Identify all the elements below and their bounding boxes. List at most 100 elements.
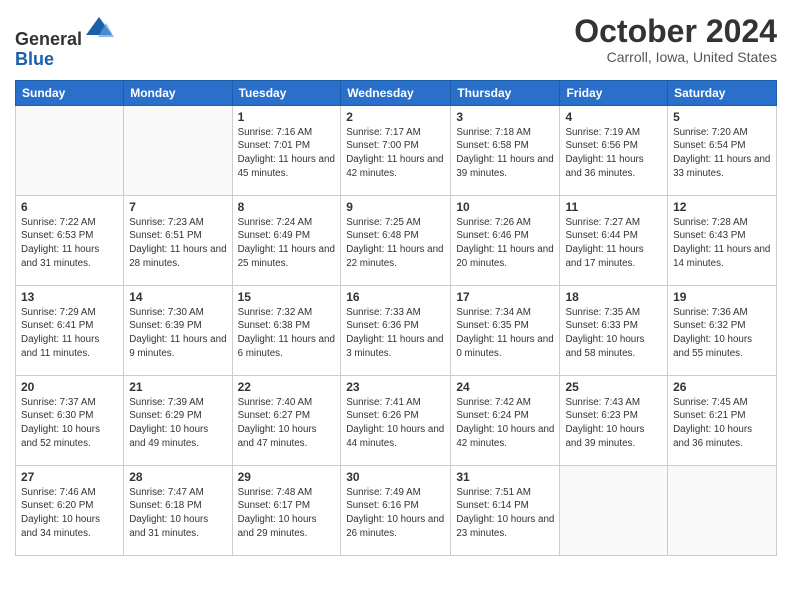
cell-w0-d6: 5 Sunrise: 7:20 AM Sunset: 6:54 PM Daylig… (668, 105, 777, 195)
cell-info: Sunrise: 7:48 AM Sunset: 6:17 PM Dayligh… (238, 486, 336, 541)
cell-info: Sunrise: 7:40 AM Sunset: 6:27 PM Dayligh… (238, 396, 336, 451)
cell-w2-d6: 19 Sunrise: 7:36 AM Sunset: 6:32 PM Dayli… (668, 285, 777, 375)
day-number: 12 (673, 200, 771, 214)
col-thursday: Thursday (451, 80, 560, 105)
cell-w1-d3: 9 Sunrise: 7:25 AM Sunset: 6:48 PM Daylig… (341, 195, 451, 285)
day-number: 5 (673, 110, 771, 124)
cell-info: Sunrise: 7:39 AM Sunset: 6:29 PM Dayligh… (129, 396, 226, 451)
day-number: 25 (565, 380, 662, 394)
cell-w4-d3: 30 Sunrise: 7:49 AM Sunset: 6:16 PM Dayli… (341, 465, 451, 555)
cell-w2-d1: 14 Sunrise: 7:30 AM Sunset: 6:39 PM Dayli… (124, 285, 232, 375)
day-number: 10 (456, 200, 554, 214)
cell-w3-d0: 20 Sunrise: 7:37 AM Sunset: 6:30 PM Dayli… (16, 375, 124, 465)
cell-w3-d2: 22 Sunrise: 7:40 AM Sunset: 6:27 PM Dayli… (232, 375, 341, 465)
day-number: 2 (346, 110, 445, 124)
logo: General Blue (15, 15, 114, 70)
cell-w2-d4: 17 Sunrise: 7:34 AM Sunset: 6:35 PM Dayli… (451, 285, 560, 375)
cell-info: Sunrise: 7:22 AM Sunset: 6:53 PM Dayligh… (21, 216, 118, 271)
day-number: 30 (346, 470, 445, 484)
cell-info: Sunrise: 7:42 AM Sunset: 6:24 PM Dayligh… (456, 396, 554, 451)
col-sunday: Sunday (16, 80, 124, 105)
cell-w0-d4: 3Sunrise: 7:18 AM Sunset: 6:58 PM Daylig… (451, 105, 560, 195)
cell-w1-d0: 6 Sunrise: 7:22 AM Sunset: 6:53 PM Daylig… (16, 195, 124, 285)
day-number: 18 (565, 290, 662, 304)
day-number: 20 (21, 380, 118, 394)
cell-w4-d1: 28 Sunrise: 7:47 AM Sunset: 6:18 PM Dayli… (124, 465, 232, 555)
day-number: 23 (346, 380, 445, 394)
logo-icon (84, 15, 114, 45)
cell-info: Sunrise: 7:25 AM Sunset: 6:48 PM Dayligh… (346, 216, 445, 271)
cell-info: Sunrise: 7:27 AM Sunset: 6:44 PM Dayligh… (565, 216, 662, 271)
cell-info: Sunrise: 7:45 AM Sunset: 6:21 PM Dayligh… (673, 396, 771, 451)
page: General Blue October 2024 Carroll, Iowa,… (0, 0, 792, 612)
day-number: 21 (129, 380, 226, 394)
day-number: 17 (456, 290, 554, 304)
header: General Blue October 2024 Carroll, Iowa,… (15, 15, 777, 70)
cell-info: Sunrise: 7:23 AM Sunset: 6:51 PM Dayligh… (129, 216, 226, 271)
cell-info: Sunrise: 7:19 AM Sunset: 6:56 PM Dayligh… (565, 126, 662, 181)
week-row-2: 13Sunrise: 7:29 AM Sunset: 6:41 PM Dayli… (16, 285, 777, 375)
day-number: 26 (673, 380, 771, 394)
day-number: 14 (129, 290, 226, 304)
cell-w4-d6 (668, 465, 777, 555)
cell-w4-d0: 27Sunrise: 7:46 AM Sunset: 6:20 PM Dayli… (16, 465, 124, 555)
cell-info: Sunrise: 7:33 AM Sunset: 6:36 PM Dayligh… (346, 306, 445, 361)
month-title: October 2024 (574, 15, 777, 47)
cell-info: Sunrise: 7:28 AM Sunset: 6:43 PM Dayligh… (673, 216, 771, 271)
cell-info: Sunrise: 7:36 AM Sunset: 6:32 PM Dayligh… (673, 306, 771, 361)
day-number: 16 (346, 290, 445, 304)
cell-info: Sunrise: 7:51 AM Sunset: 6:14 PM Dayligh… (456, 486, 554, 541)
location: Carroll, Iowa, United States (574, 49, 777, 65)
cell-w3-d1: 21 Sunrise: 7:39 AM Sunset: 6:29 PM Dayli… (124, 375, 232, 465)
week-row-1: 6 Sunrise: 7:22 AM Sunset: 6:53 PM Daylig… (16, 195, 777, 285)
cell-w1-d6: 12 Sunrise: 7:28 AM Sunset: 6:43 PM Dayli… (668, 195, 777, 285)
cell-w0-d0 (16, 105, 124, 195)
cell-info: Sunrise: 7:37 AM Sunset: 6:30 PM Dayligh… (21, 396, 118, 451)
cell-w4-d5 (560, 465, 668, 555)
cell-w0-d2: 1 Sunrise: 7:16 AM Sunset: 7:01 PM Daylig… (232, 105, 341, 195)
week-row-0: 1 Sunrise: 7:16 AM Sunset: 7:01 PM Daylig… (16, 105, 777, 195)
day-number: 7 (129, 200, 226, 214)
cell-w0-d1 (124, 105, 232, 195)
cell-w0-d3: 2 Sunrise: 7:17 AM Sunset: 7:00 PM Daylig… (341, 105, 451, 195)
day-number: 19 (673, 290, 771, 304)
cell-w2-d3: 16 Sunrise: 7:33 AM Sunset: 6:36 PM Dayli… (341, 285, 451, 375)
cell-info: Sunrise: 7:17 AM Sunset: 7:00 PM Dayligh… (346, 126, 445, 181)
cell-info: Sunrise: 7:34 AM Sunset: 6:35 PM Dayligh… (456, 306, 554, 361)
col-monday: Monday (124, 80, 232, 105)
cell-w3-d3: 23Sunrise: 7:41 AM Sunset: 6:26 PM Dayli… (341, 375, 451, 465)
cell-info: Sunrise: 7:32 AM Sunset: 6:38 PM Dayligh… (238, 306, 336, 361)
cell-info: Sunrise: 7:18 AM Sunset: 6:58 PM Dayligh… (456, 126, 554, 181)
cell-info: Sunrise: 7:47 AM Sunset: 6:18 PM Dayligh… (129, 486, 226, 541)
cell-w3-d6: 26 Sunrise: 7:45 AM Sunset: 6:21 PM Dayli… (668, 375, 777, 465)
cell-info: Sunrise: 7:24 AM Sunset: 6:49 PM Dayligh… (238, 216, 336, 271)
calendar-header-row: Sunday Monday Tuesday Wednesday Thursday… (16, 80, 777, 105)
cell-info: Sunrise: 7:49 AM Sunset: 6:16 PM Dayligh… (346, 486, 445, 541)
col-saturday: Saturday (668, 80, 777, 105)
day-number: 6 (21, 200, 118, 214)
cell-w1-d1: 7 Sunrise: 7:23 AM Sunset: 6:51 PM Daylig… (124, 195, 232, 285)
day-number: 22 (238, 380, 336, 394)
cell-info: Sunrise: 7:20 AM Sunset: 6:54 PM Dayligh… (673, 126, 771, 181)
day-number: 15 (238, 290, 336, 304)
cell-w1-d5: 11Sunrise: 7:27 AM Sunset: 6:44 PM Dayli… (560, 195, 668, 285)
week-row-3: 20 Sunrise: 7:37 AM Sunset: 6:30 PM Dayli… (16, 375, 777, 465)
day-number: 31 (456, 470, 554, 484)
day-number: 9 (346, 200, 445, 214)
cell-info: Sunrise: 7:16 AM Sunset: 7:01 PM Dayligh… (238, 126, 336, 181)
col-friday: Friday (560, 80, 668, 105)
cell-w2-d0: 13Sunrise: 7:29 AM Sunset: 6:41 PM Dayli… (16, 285, 124, 375)
day-number: 8 (238, 200, 336, 214)
cell-info: Sunrise: 7:35 AM Sunset: 6:33 PM Dayligh… (565, 306, 662, 361)
col-tuesday: Tuesday (232, 80, 341, 105)
col-wednesday: Wednesday (341, 80, 451, 105)
day-number: 1 (238, 110, 336, 124)
cell-w3-d4: 24Sunrise: 7:42 AM Sunset: 6:24 PM Dayli… (451, 375, 560, 465)
cell-w4-d4: 31 Sunrise: 7:51 AM Sunset: 6:14 PM Dayli… (451, 465, 560, 555)
title-block: October 2024 Carroll, Iowa, United State… (574, 15, 777, 65)
day-number: 28 (129, 470, 226, 484)
cell-w2-d2: 15 Sunrise: 7:32 AM Sunset: 6:38 PM Dayli… (232, 285, 341, 375)
cell-w2-d5: 18 Sunrise: 7:35 AM Sunset: 6:33 PM Dayli… (560, 285, 668, 375)
day-number: 27 (21, 470, 118, 484)
cell-info: Sunrise: 7:30 AM Sunset: 6:39 PM Dayligh… (129, 306, 226, 361)
